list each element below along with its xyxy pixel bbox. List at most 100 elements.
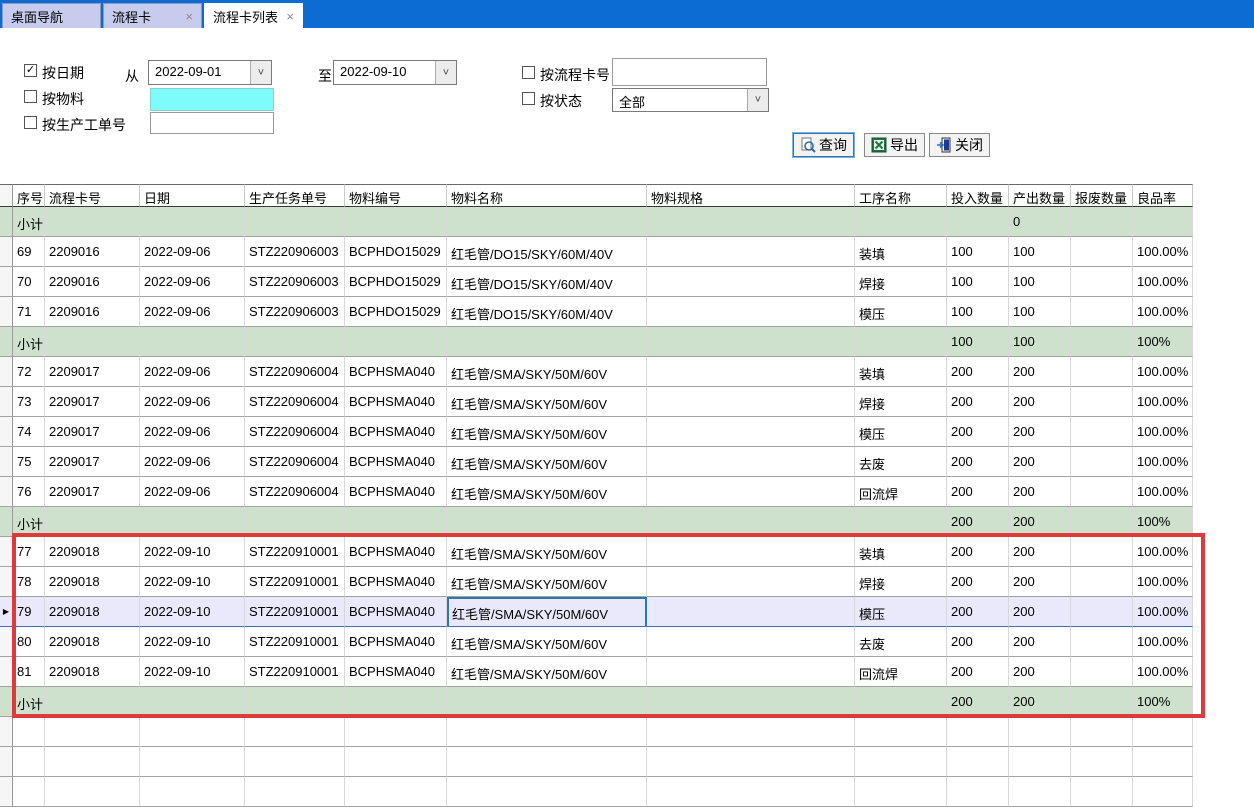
cell-yield-rate[interactable]: 100.00% xyxy=(1133,297,1193,327)
cell-task-no[interactable]: STZ220906003 xyxy=(245,237,345,267)
cell-material-no[interactable]: BCPHDO15029 xyxy=(345,237,447,267)
column-header-process[interactable]: 工序名称 xyxy=(855,184,947,207)
cell-material-name[interactable]: 红毛管/SMA/SKY/50M/60V xyxy=(447,537,647,567)
cell-card-no[interactable]: 2209017 xyxy=(45,477,140,507)
checkbox-by-date[interactable] xyxy=(24,64,37,77)
cell-date[interactable]: 2022-09-06 xyxy=(140,357,245,387)
close-icon[interactable]: × xyxy=(185,10,193,23)
table-row[interactable]: 7622090172022-09-06STZ220906004BCPHSMA04… xyxy=(0,477,1193,507)
cell-qty-scrap[interactable] xyxy=(1071,627,1133,657)
cell-qty-out[interactable]: 100 xyxy=(1009,267,1071,297)
cell-qty-out[interactable]: 200 xyxy=(1009,537,1071,567)
cell-date[interactable]: 2022-09-10 xyxy=(140,597,245,627)
cell-material-name[interactable]: 红毛管/SMA/SKY/50M/60V xyxy=(447,357,647,387)
cell-yield-rate[interactable]: 100.00% xyxy=(1133,417,1193,447)
cell-material-no[interactable]: BCPHDO15029 xyxy=(345,267,447,297)
cell-qty-in[interactable]: 200 xyxy=(947,447,1009,477)
cell-material-no[interactable]: BCPHSMA040 xyxy=(345,417,447,447)
cell-process[interactable]: 回流焊 xyxy=(855,657,947,687)
chevron-down-icon[interactable]: ˅ xyxy=(747,89,768,111)
cell-task-no[interactable]: STZ220910001 xyxy=(245,597,345,627)
cell-yield-rate[interactable]: 100.00% xyxy=(1133,447,1193,477)
cell-task-no[interactable]: STZ220906004 xyxy=(245,357,345,387)
column-header-qty-scrap[interactable]: 报废数量 xyxy=(1071,184,1133,207)
cell-material-name[interactable]: 红毛管/SMA/SKY/50M/60V xyxy=(447,597,647,627)
cell-qty-scrap[interactable] xyxy=(1071,387,1133,417)
table-row[interactable]: 7522090172022-09-06STZ220906004BCPHSMA04… xyxy=(0,447,1193,477)
cell-seq[interactable]: 81 xyxy=(13,657,45,687)
cell-date[interactable]: 2022-09-10 xyxy=(140,567,245,597)
cell-spec[interactable] xyxy=(647,267,855,297)
cell-task-no[interactable]: STZ220906003 xyxy=(245,297,345,327)
cell-qty-out[interactable]: 200 xyxy=(1009,477,1071,507)
cell-process[interactable]: 焊接 xyxy=(855,387,947,417)
cell-material-no[interactable]: BCPHSMA040 xyxy=(345,357,447,387)
column-header-task-no[interactable]: 生产任务单号 xyxy=(245,184,345,207)
cell-task-no[interactable]: STZ220906004 xyxy=(245,447,345,477)
cell-process[interactable]: 去废 xyxy=(855,627,947,657)
cell-process[interactable]: 装填 xyxy=(855,357,947,387)
cell-qty-out[interactable]: 200 xyxy=(1009,387,1071,417)
cell-yield-rate[interactable]: 100.00% xyxy=(1133,237,1193,267)
table-row[interactable]: 6922090162022-09-06STZ220906003BCPHDO150… xyxy=(0,237,1193,267)
cell-qty-in[interactable]: 200 xyxy=(947,567,1009,597)
cell-material-no[interactable]: BCPHDO15029 xyxy=(345,297,447,327)
cell-spec[interactable] xyxy=(647,387,855,417)
cell-spec[interactable] xyxy=(647,417,855,447)
cell-material-no[interactable]: BCPHSMA040 xyxy=(345,477,447,507)
cell-material-name[interactable]: 红毛管/SMA/SKY/50M/60V xyxy=(447,627,647,657)
cell-qty-out[interactable]: 200 xyxy=(1009,627,1071,657)
cell-card-no[interactable]: 2209018 xyxy=(45,657,140,687)
cell-material-name[interactable]: 红毛管/SMA/SKY/50M/60V xyxy=(447,657,647,687)
table-row[interactable]: 7122090162022-09-06STZ220906003BCPHDO150… xyxy=(0,297,1193,327)
column-header-material-no[interactable]: 物料编号 xyxy=(345,184,447,207)
cell-seq[interactable]: 75 xyxy=(13,447,45,477)
cell-date[interactable]: 2022-09-06 xyxy=(140,477,245,507)
table-row[interactable]: 7422090172022-09-06STZ220906004BCPHSMA04… xyxy=(0,417,1193,447)
cell-process[interactable]: 模压 xyxy=(855,297,947,327)
cell-material-name[interactable]: 红毛管/SMA/SKY/50M/60V xyxy=(447,417,647,447)
cell-process[interactable]: 模压 xyxy=(855,597,947,627)
cell-qty-scrap[interactable] xyxy=(1071,237,1133,267)
cell-seq[interactable]: 77 xyxy=(13,537,45,567)
column-header-seq[interactable]: 序号 xyxy=(13,184,45,207)
cell-qty-in[interactable]: 200 xyxy=(947,387,1009,417)
cell-yield-rate[interactable]: 100.00% xyxy=(1133,627,1193,657)
cell-task-no[interactable]: STZ220910001 xyxy=(245,627,345,657)
cell-task-no[interactable]: STZ220906004 xyxy=(245,387,345,417)
cell-qty-scrap[interactable] xyxy=(1071,417,1133,447)
cell-qty-out[interactable]: 200 xyxy=(1009,597,1071,627)
column-header-yield-rate[interactable]: 良品率 xyxy=(1133,184,1193,207)
column-header-qty-in[interactable]: 投入数量 xyxy=(947,184,1009,207)
cell-card-no[interactable]: 2209018 xyxy=(45,627,140,657)
tab-process-card[interactable]: 流程卡× xyxy=(103,3,202,28)
close-icon[interactable]: × xyxy=(286,10,294,23)
cell-qty-scrap[interactable] xyxy=(1071,537,1133,567)
tab-desktop-nav[interactable]: 桌面导航 xyxy=(2,3,101,28)
cell-material-no[interactable]: BCPHSMA040 xyxy=(345,597,447,627)
cell-seq[interactable]: 71 xyxy=(13,297,45,327)
table-row[interactable]: 7222090172022-09-06STZ220906004BCPHSMA04… xyxy=(0,357,1193,387)
cell-qty-out[interactable]: 200 xyxy=(1009,657,1071,687)
checkbox-by-status[interactable] xyxy=(522,92,535,105)
chevron-down-icon[interactable]: ˅ xyxy=(435,61,456,84)
cell-spec[interactable] xyxy=(647,477,855,507)
cell-yield-rate[interactable]: 100.00% xyxy=(1133,267,1193,297)
cell-date[interactable]: 2022-09-06 xyxy=(140,267,245,297)
cell-seq[interactable]: 78 xyxy=(13,567,45,597)
cell-date[interactable]: 2022-09-06 xyxy=(140,447,245,477)
table-row[interactable]: 8022090182022-09-10STZ220910001BCPHSMA04… xyxy=(0,627,1193,657)
card-no-input[interactable] xyxy=(612,58,767,86)
cell-date[interactable]: 2022-09-10 xyxy=(140,627,245,657)
cell-date[interactable]: 2022-09-06 xyxy=(140,387,245,417)
cell-qty-scrap[interactable] xyxy=(1071,297,1133,327)
cell-qty-scrap[interactable] xyxy=(1071,567,1133,597)
cell-qty-out[interactable]: 200 xyxy=(1009,417,1071,447)
cell-material-name[interactable]: 红毛管/SMA/SKY/50M/60V xyxy=(447,447,647,477)
cell-process[interactable]: 装填 xyxy=(855,237,947,267)
cell-seq[interactable]: 72 xyxy=(13,357,45,387)
table-row[interactable]: 7722090182022-09-10STZ220910001BCPHSMA04… xyxy=(0,537,1193,567)
cell-qty-in[interactable]: 100 xyxy=(947,237,1009,267)
close-button[interactable]: 关闭 xyxy=(929,133,990,157)
cell-material-no[interactable]: BCPHSMA040 xyxy=(345,627,447,657)
